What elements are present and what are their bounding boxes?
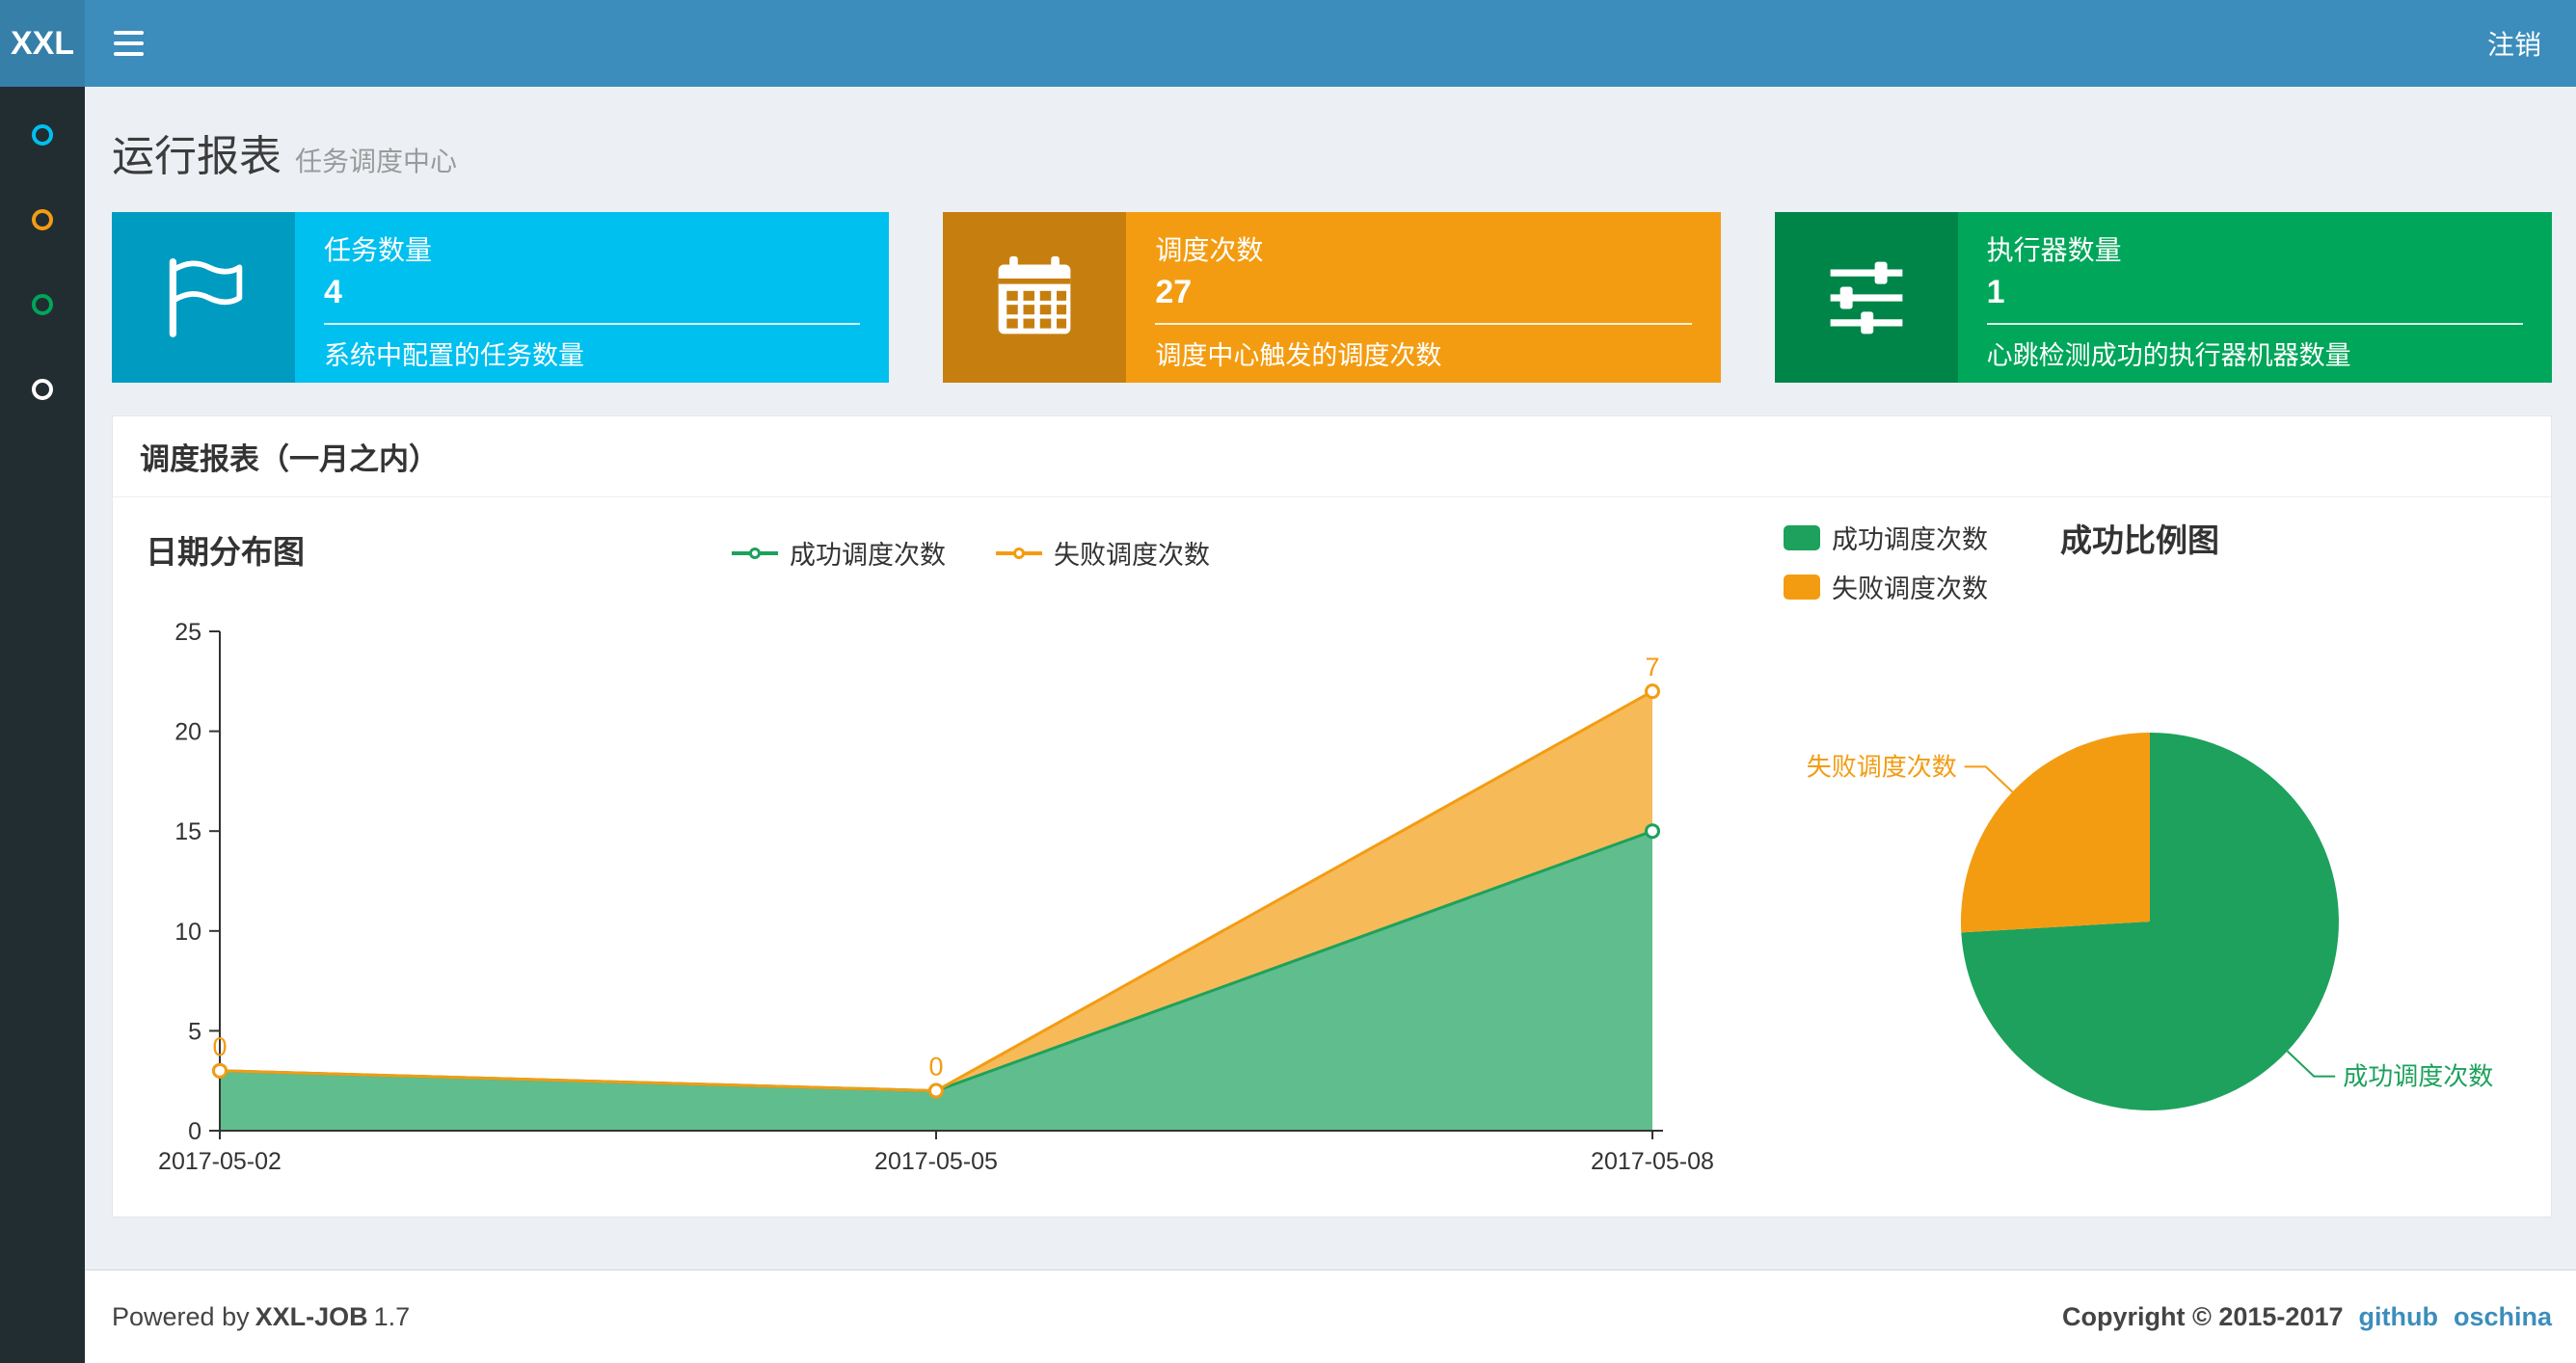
flag-icon [112, 212, 295, 383]
info-box-trigger-count: 调度次数 27 调度中心触发的调度次数 [943, 212, 1721, 383]
powered-by: Powered by XXL-JOB 1.7 [112, 1302, 416, 1332]
info-box-desc: 调度中心触发的调度次数 [1155, 341, 1442, 370]
svg-text:0: 0 [188, 1118, 201, 1145]
info-box-job-count: 任务数量 4 系统中配置的任务数量 [112, 212, 890, 383]
sidebar-toggle-button[interactable] [85, 0, 173, 87]
divider [1986, 323, 2523, 325]
page-title-text: 运行报表 [112, 133, 282, 180]
circle-icon [32, 209, 53, 230]
sidebar [0, 87, 85, 1363]
svg-text:2017-05-02: 2017-05-02 [158, 1148, 282, 1175]
svg-text:15: 15 [174, 818, 201, 845]
svg-text:成功调度次数: 成功调度次数 [2343, 1062, 2493, 1091]
info-box-value: 1 [1986, 274, 2005, 310]
svg-text:0: 0 [928, 1053, 943, 1082]
brand-version: 1.7 [373, 1301, 411, 1331]
legend-item[interactable]: 失败调度次数 [996, 534, 1210, 572]
svg-text:5: 5 [188, 1018, 201, 1045]
page-footer: Powered by XXL-JOB 1.7 Copyright © 2015-20… [85, 1269, 2576, 1363]
pie-chart-title: 成功比例图 [2060, 522, 2219, 558]
pie-chart-legend: 成功调度次数 失败调度次数 [1784, 519, 1988, 605]
main-content: 运行报表 任务调度中心 任务数量 4 系统中配置的任务数量 调度次数 27 调度… [85, 0, 2576, 1217]
line-chart-legend: 成功调度次数 失败调度次数 [113, 534, 1829, 572]
circle-icon [32, 294, 53, 315]
app-logo-text: XXL [10, 24, 75, 62]
footer-right: Copyright © 2015-2017 github oschina [2062, 1302, 2552, 1332]
circle-icon [32, 379, 53, 400]
sidebar-item-1[interactable] [0, 93, 85, 177]
svg-text:25: 25 [174, 619, 201, 646]
legend-label: 失败调度次数 [1832, 575, 1988, 603]
svg-text:0: 0 [212, 1032, 227, 1061]
info-box-desc: 系统中配置的任务数量 [324, 341, 584, 370]
legend-item[interactable]: 成功调度次数 [1784, 519, 1988, 556]
panel-body: 日期分布图 成功调度次数 失败调度次数 0 5 10 15 20 25 2017-05-02 2… [113, 497, 2551, 1216]
info-box-value: 27 [1155, 274, 1193, 310]
legend-label: 成功调度次数 [790, 541, 946, 570]
info-box-value: 4 [324, 274, 342, 310]
legend-swatch-icon [1784, 524, 1820, 550]
svg-text:10: 10 [174, 919, 201, 946]
logout-link[interactable]: 注销 [2453, 0, 2576, 87]
copyright-text: Copyright © 2015-2017 [2061, 1301, 2344, 1331]
info-box-content: 调度次数 27 调度中心触发的调度次数 [1126, 212, 1720, 383]
navbar-spacer [173, 0, 2453, 87]
sidebar-item-2[interactable] [0, 177, 85, 262]
page-title: 运行报表 任务调度中心 [112, 121, 2552, 183]
calendar-icon [943, 212, 1127, 383]
schedule-report-panel: 调度报表（一月之内） 日期分布图 成功调度次数 失败调度次数 0 5 10 15 20 25… [112, 415, 2552, 1217]
pie-chart-area: 成功调度次数 失败调度次数 成功比例图 成功调度次数 失败调度次数 [1655, 497, 2553, 1216]
sidebar-item-4[interactable] [0, 347, 85, 432]
github-link[interactable]: github [2359, 1302, 2438, 1332]
app-logo[interactable]: XXL [0, 0, 85, 87]
hamburger-icon [114, 31, 144, 35]
stat-boxes-row: 任务数量 4 系统中配置的任务数量 调度次数 27 调度中心触发的调度次数 执行… [112, 212, 2552, 383]
sliders-icon [1774, 212, 1958, 383]
powered-prefix: Powered by [112, 1301, 250, 1331]
legend-label: 失败调度次数 [1054, 541, 1210, 570]
legend-line-marker-icon [732, 547, 778, 559]
info-box-content: 任务数量 4 系统中配置的任务数量 [295, 212, 889, 383]
circle-icon [32, 124, 53, 146]
top-navbar: XXL 注销 [0, 0, 2576, 87]
legend-swatch-icon [1784, 574, 1820, 600]
brand-name: XXL-JOB [255, 1301, 368, 1331]
divider [1155, 323, 1692, 325]
legend-circle-icon [1013, 547, 1025, 559]
svg-text:失败调度次数: 失败调度次数 [1807, 752, 1957, 781]
info-box-executor-count: 执行器数量 1 心跳检测成功的执行器机器数量 [1774, 212, 2552, 383]
info-box-content: 执行器数量 1 心跳检测成功的执行器机器数量 [1958, 212, 2552, 383]
legend-line-marker-icon [996, 547, 1042, 559]
panel-title: 调度报表（一月之内） [113, 416, 2551, 497]
divider [324, 323, 861, 325]
svg-text:20: 20 [174, 719, 201, 746]
legend-circle-icon [749, 547, 761, 559]
oschina-link[interactable]: oschina [2454, 1302, 2552, 1332]
legend-item[interactable]: 失败调度次数 [1784, 568, 1988, 605]
date-distribution-area-chart: 05101520252017-05-02 2017-05-05 2017-05-08… [158, 619, 1714, 1175]
sidebar-item-3[interactable] [0, 262, 85, 347]
legend-label: 成功调度次数 [1832, 525, 1988, 554]
info-box-desc: 心跳检测成功的执行器机器数量 [1986, 341, 2351, 370]
info-box-title: 调度次数 [1155, 235, 1264, 265]
page-subtitle: 任务调度中心 [295, 147, 458, 176]
svg-text:2017-05-05: 2017-05-05 [874, 1148, 998, 1175]
info-box-title: 任务数量 [324, 235, 433, 265]
legend-item[interactable]: 成功调度次数 [732, 534, 946, 572]
info-box-title: 执行器数量 [1986, 235, 2122, 265]
